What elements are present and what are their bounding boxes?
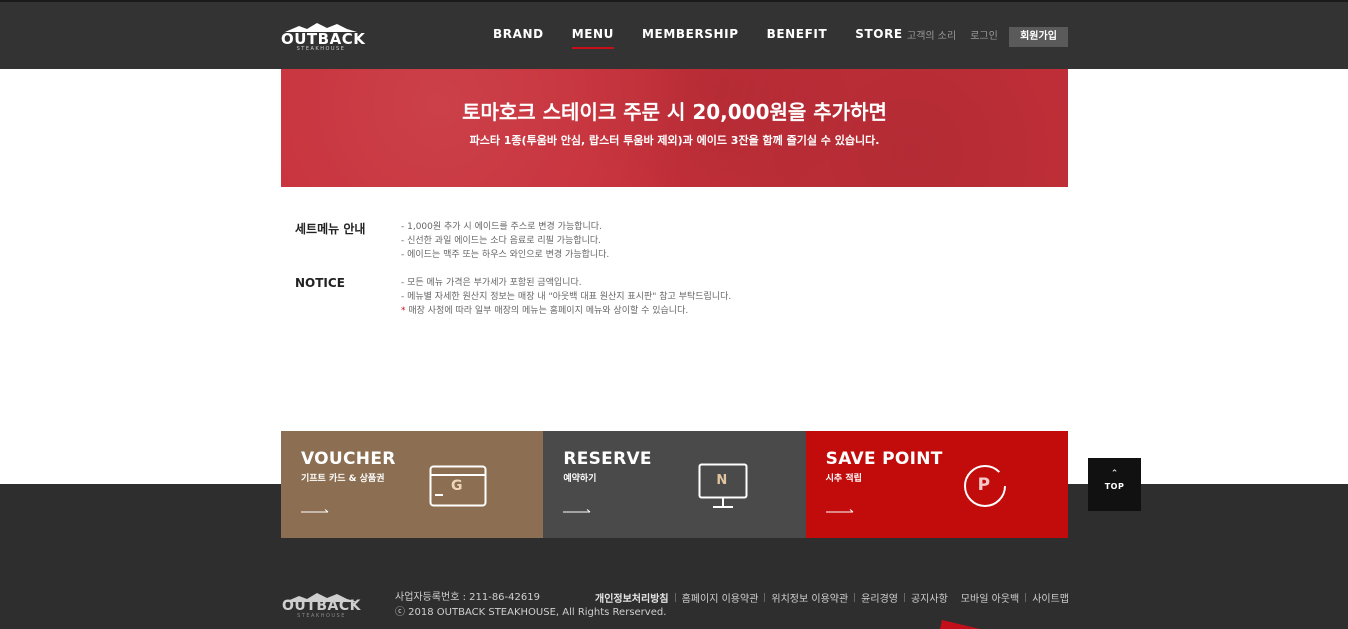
- copyright: ⓒ 2018 OUTBACK STEAKHOUSE, All Rights Re…: [395, 607, 667, 618]
- divider: [854, 593, 856, 602]
- footer-links: 개인정보처리방침 홈페이지 이용약관 위치정보 이용약관 윤리경영 공지사항 모…: [595, 590, 1069, 605]
- point-letter: P: [977, 475, 991, 495]
- nav-brand[interactable]: BRAND: [493, 27, 544, 47]
- chevron-up-icon: ⌃: [1110, 469, 1119, 479]
- decorative-shape: [940, 620, 980, 629]
- banner-texture: [281, 69, 1068, 187]
- ethics-link[interactable]: 윤리경영: [861, 590, 898, 605]
- nav-store[interactable]: STORE: [855, 27, 902, 47]
- arrow-right-icon: [825, 509, 853, 513]
- promo-banner: 토마호크 스테이크 주문 시 20,000원을 추가하면 파스타 1종(투움바 …: [281, 69, 1068, 187]
- privacy-policy-link[interactable]: 개인정보처리방침: [595, 590, 669, 605]
- notice-link[interactable]: 공지사항: [911, 590, 948, 605]
- mobile-outback-link[interactable]: 모바일 아웃백: [961, 590, 1019, 605]
- nav-membership[interactable]: MEMBERSHIP: [642, 27, 739, 47]
- set-menu-list: - 1,000원 추가 시 에이드를 주스로 변경 가능합니다. - 신선한 과…: [401, 220, 609, 262]
- notice-list: - 모든 메뉴 가격은 부가세가 포함된 금액입니다. - 메뉴별 자세한 원산…: [401, 276, 731, 318]
- outback-logo[interactable]: OUTBACK STEAKHOUSE: [281, 20, 365, 54]
- set-menu-heading: 세트메뉴 안내: [295, 222, 366, 236]
- divider: [674, 593, 676, 602]
- save-point-subtitle: 시추 적립: [825, 474, 862, 484]
- list-item: - 모든 메뉴 가격은 부가세가 포함된 금액입니다.: [401, 278, 582, 288]
- footer-logo[interactable]: OUTBACK STEAKHOUSE: [281, 592, 362, 622]
- top-label: TOP: [1104, 482, 1125, 491]
- divider: [764, 593, 766, 602]
- banner-title: 토마호크 스테이크 주문 시 20,000원을 추가하면: [462, 100, 887, 124]
- terms-link[interactable]: 홈페이지 이용약관: [682, 590, 759, 605]
- notice-heading: NOTICE: [295, 276, 345, 290]
- main-nav: BRAND MENU MEMBERSHIP BENEFIT STORE: [479, 27, 917, 49]
- arrow-right-icon: [301, 509, 329, 513]
- arrow-right-icon: [563, 509, 591, 513]
- scroll-top-button[interactable]: ⌃ TOP: [1088, 458, 1141, 511]
- list-item: - 1,000원 추가 시 에이드를 주스로 변경 가능합니다.: [401, 222, 602, 232]
- gift-card-letter: G: [451, 478, 463, 494]
- divider: [954, 593, 955, 602]
- star-item-text: 매장 사정에 따라 일부 매장의 메뉴는 홈페이지 메뉴와 상이할 수 있습니다…: [405, 306, 689, 316]
- nav-benefit[interactable]: BENEFIT: [767, 27, 828, 47]
- monitor-letter: N: [716, 473, 728, 488]
- save-point-title: SAVE POINT: [825, 449, 943, 469]
- list-item: - 메뉴별 자세한 원산지 정보는 매장 내 "아웃백 대표 원산지 표시판" …: [401, 292, 732, 302]
- site-header: OUTBACK STEAKHOUSE BRAND MENU MEMBERSHIP…: [0, 0, 1348, 69]
- save-point-box[interactable]: SAVE POINT 시추 적립 P: [805, 431, 1068, 538]
- location-terms-link[interactable]: 위치정보 이용약관: [771, 590, 848, 605]
- voucher-title: VOUCHER: [301, 449, 396, 469]
- list-item: - 신선한 과일 에이드는 소다 음료로 리필 가능합니다.: [401, 236, 602, 246]
- sitemap-link[interactable]: 사이트맵: [1032, 590, 1069, 605]
- footer-logo-subtext: STEAKHOUSE: [297, 613, 346, 619]
- list-item: * 매장 사정에 따라 일부 매장의 메뉴는 홈페이지 메뉴와 상이할 수 있습…: [401, 304, 731, 318]
- utility-links: 고객의 소리 로그인: [907, 27, 1012, 42]
- quick-menu: VOUCHER 기프트 카드 & 상품권 G RESERVE 예약하기 N SA…: [281, 431, 1068, 538]
- divider: [1025, 593, 1027, 602]
- point-icon: P: [963, 464, 1007, 512]
- divider: [903, 593, 905, 602]
- reserve-subtitle: 예약하기: [563, 474, 597, 484]
- login-link[interactable]: 로그인: [970, 27, 998, 42]
- gift-card-icon: G: [429, 465, 487, 511]
- banner-subtitle: 파스타 1종(투움바 안심, 랍스터 투움바 제외)과 에이드 3잔을 함께 즐…: [469, 134, 880, 147]
- customer-voice-link[interactable]: 고객의 소리: [907, 27, 956, 42]
- join-button[interactable]: 회원가입: [1009, 27, 1068, 47]
- monitor-icon: N: [698, 463, 748, 513]
- list-item: - 에이드는 맥주 또는 하우스 와인으로 변경 가능합니다.: [401, 250, 610, 260]
- footer-logo-text: OUTBACK: [282, 598, 361, 614]
- logo-subtext: STEAKHOUSE: [296, 46, 346, 52]
- reserve-box[interactable]: RESERVE 예약하기 N: [543, 431, 806, 538]
- voucher-subtitle: 기프트 카드 & 상품권: [301, 474, 385, 484]
- reserve-title: RESERVE: [563, 449, 652, 469]
- voucher-box[interactable]: VOUCHER 기프트 카드 & 상품권 G: [281, 431, 544, 538]
- nav-menu[interactable]: MENU: [571, 27, 615, 49]
